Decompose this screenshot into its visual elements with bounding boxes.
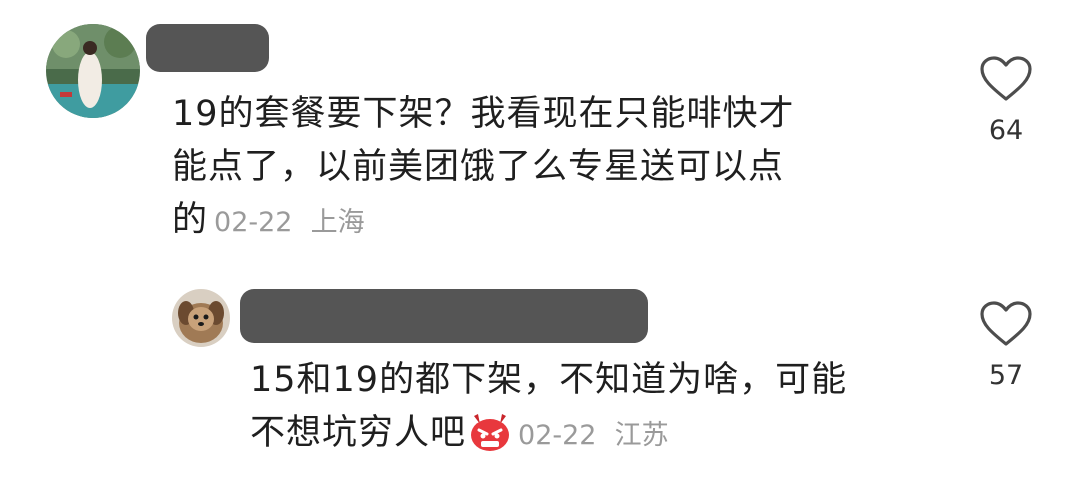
reply-line: 15和19的都下架，不知道为啥，可能 xyxy=(250,360,848,400)
comment-line: 的 02-22 上海 xyxy=(172,194,932,249)
comment-location: 上海 xyxy=(310,207,365,238)
like-count: 57 xyxy=(988,360,1024,391)
reply-like[interactable]: 57 xyxy=(971,300,1041,391)
heart-outline-icon[interactable] xyxy=(979,55,1033,103)
replier-avatar[interactable] xyxy=(172,289,230,347)
reply-text: 15和19的都下架，不知道为啥，可能 不想坑穷人吧 02-22 江苏 xyxy=(250,354,950,468)
comment-line-text: 的 xyxy=(172,200,209,240)
commenter-name-redacted[interactable] xyxy=(146,24,269,72)
angry-devil-emoji-icon xyxy=(468,410,512,468)
comment-thread: 19的套餐要下架？我看现在只能啡快才 能点了，以前美团饿了么专星送可以点 的 02… xyxy=(0,0,1080,491)
comment-line: 19的套餐要下架？我看现在只能啡快才 xyxy=(172,94,795,134)
comment-line: 能点了，以前美团饿了么专星送可以点 xyxy=(172,147,785,187)
avatar-photo-icon xyxy=(46,24,140,118)
reply-line: 不想坑穷人吧 02-22 江苏 xyxy=(250,407,950,468)
reply-date: 02-22 xyxy=(518,420,597,451)
reply-location: 江苏 xyxy=(614,420,669,451)
heart-outline-icon[interactable] xyxy=(979,300,1033,348)
replier-name-redacted[interactable] xyxy=(240,289,648,343)
commenter-avatar[interactable] xyxy=(46,24,140,118)
like-count: 64 xyxy=(988,115,1024,146)
reply-line-text: 不想坑穷人吧 xyxy=(250,413,467,453)
comment-like[interactable]: 64 xyxy=(971,55,1041,146)
comment-text: 19的套餐要下架？我看现在只能啡快才 能点了，以前美团饿了么专星送可以点 的 02… xyxy=(172,88,932,249)
avatar-photo-icon xyxy=(172,289,230,347)
comment-date: 02-22 xyxy=(214,207,293,238)
